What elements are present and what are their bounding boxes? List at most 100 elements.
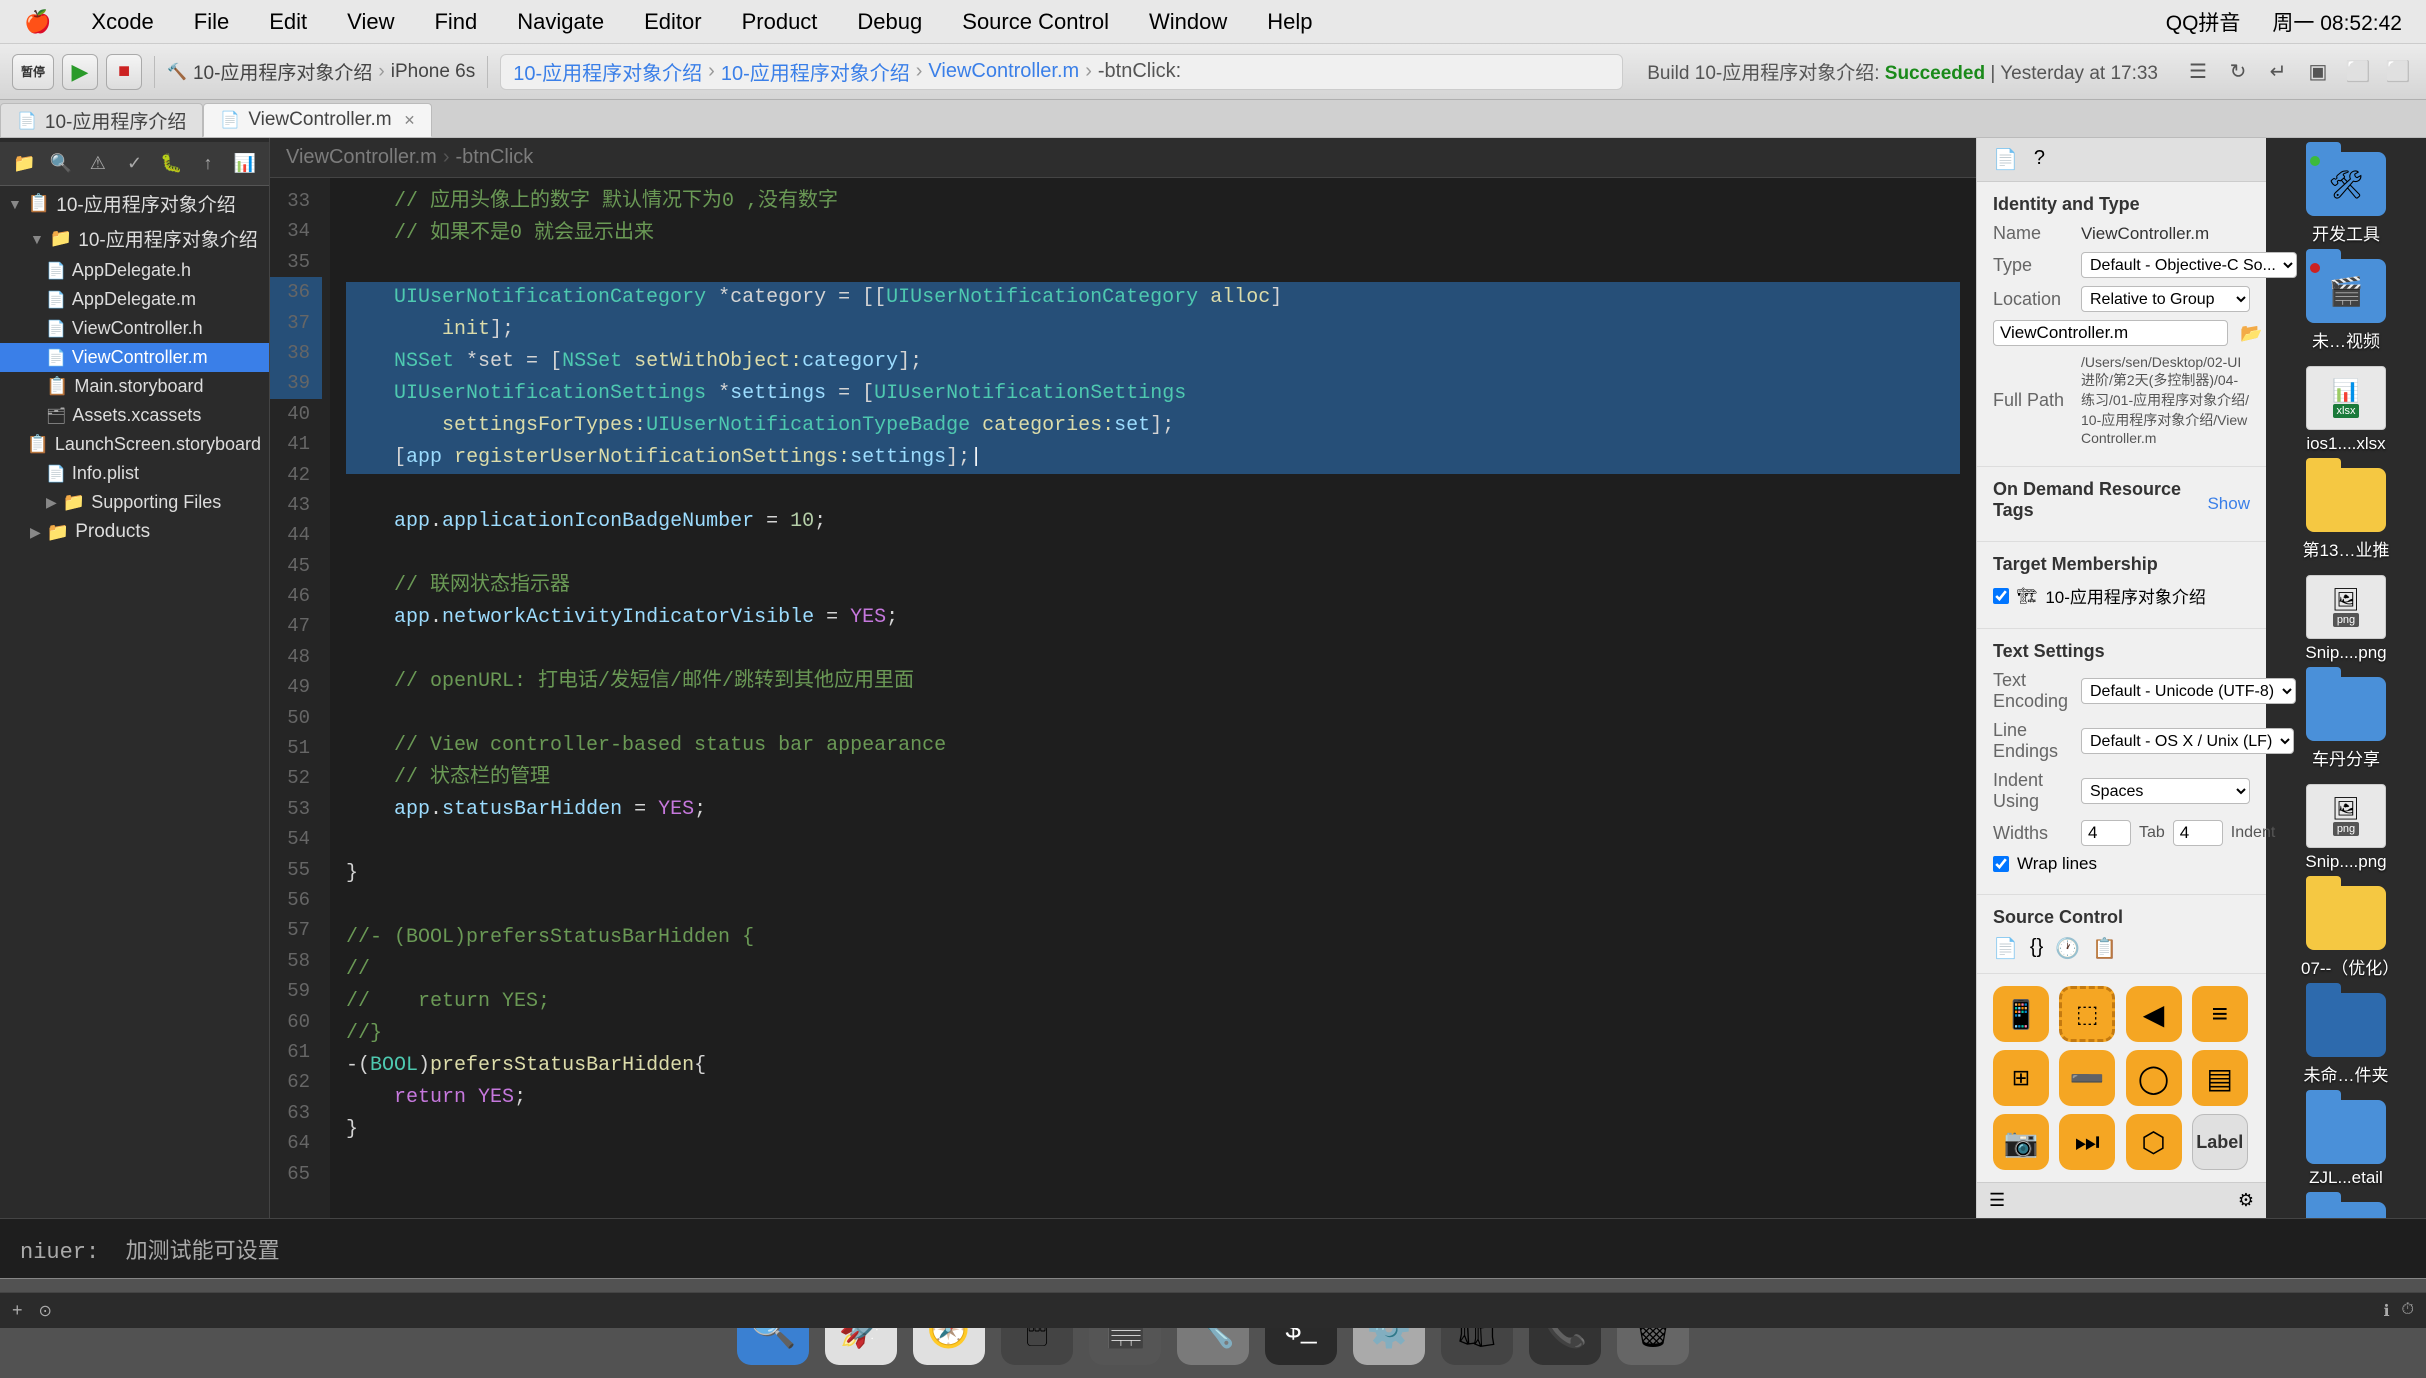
menu-view[interactable]: View xyxy=(339,7,402,37)
indent-using-select[interactable]: Spaces xyxy=(2081,778,2250,804)
menu-file[interactable]: File xyxy=(186,7,237,37)
icon-circle[interactable]: ◯ xyxy=(2126,1050,2182,1106)
sidebar-item-viewcontroller-h[interactable]: 📄 ViewController.h xyxy=(0,314,269,343)
desktop-icon-share[interactable]: 车丹分享 xyxy=(2302,673,2390,774)
sc-clock-icon[interactable]: 🕐 xyxy=(2055,936,2080,961)
menu-debug[interactable]: Debug xyxy=(849,7,930,37)
desktop-icon-yellow-folder1[interactable]: 第13…业推 xyxy=(2299,464,2394,565)
icon-minus[interactable]: ➖ xyxy=(2059,1050,2115,1106)
sidebar-icon-warning[interactable]: ⚠ xyxy=(85,150,110,178)
sidebar-item-products[interactable]: ▶ 📁 Products xyxy=(0,517,269,547)
view-split-h[interactable]: ⬜ xyxy=(2382,56,2414,88)
encoding-select[interactable]: Default - Unicode (UTF-8) xyxy=(2081,678,2296,704)
breadcrumb-part-1[interactable]: 10-应用程序对象介绍 xyxy=(513,57,702,86)
breadcrumb-method[interactable]: -btnClick: xyxy=(1098,60,1181,83)
view-split-v[interactable]: ⬜ xyxy=(2342,56,2374,88)
wrap-lines-checkbox[interactable] xyxy=(1993,856,2009,872)
view-standard[interactable]: ▣ xyxy=(2302,56,2334,88)
desktop-icon-yellow2[interactable]: 07--（优化） xyxy=(2297,882,2395,983)
target-checkbox[interactable] xyxy=(1993,588,2009,604)
relative-path-input[interactable] xyxy=(1993,320,2228,346)
code-content[interactable]: // 应用头像上的数字 默认情况下为0 ,没有数字 // 如果不是0 就会显示出… xyxy=(330,178,1976,1218)
menu-help[interactable]: Help xyxy=(1259,7,1320,37)
editor-content[interactable]: 333435 36 37 38 39 4041424344 4546474849… xyxy=(270,178,1976,1218)
type-select[interactable]: Default - Objective-C So... xyxy=(2081,252,2297,278)
sc-list-icon[interactable]: 📋 xyxy=(2092,936,2117,961)
sidebar-item-appdelegate-h[interactable]: 📄 AppDelegate.h xyxy=(0,256,269,285)
menu-source-control[interactable]: Source Control xyxy=(954,7,1117,37)
panel-filter-icon[interactable]: ☰ xyxy=(1989,1190,2005,1211)
sc-add-icon[interactable]: 📄 xyxy=(1993,936,2018,961)
icon-camera[interactable]: 📷 xyxy=(1993,1114,2049,1170)
menu-window[interactable]: Window xyxy=(1141,7,1235,37)
sidebar-item-main-storyboard[interactable]: 📋 Main.storyboard xyxy=(0,372,269,401)
sidebar-icon-report[interactable]: 📊 xyxy=(232,150,257,178)
icon-right-list[interactable]: ▤ xyxy=(2192,1050,2248,1106)
sidebar-icon-test[interactable]: ✓ xyxy=(122,150,147,178)
menu-xcode[interactable]: Xcode xyxy=(83,7,161,37)
desktop-icon-video[interactable]: 🎬 未…视频 xyxy=(2302,255,2390,356)
icon-list[interactable]: ≡ xyxy=(2192,986,2248,1042)
icon-label-component[interactable]: Label xyxy=(2192,1114,2248,1170)
indent-width-input[interactable] xyxy=(2173,820,2223,846)
sidebar-item-supporting-files[interactable]: ▶ 📁 Supporting Files xyxy=(0,488,269,517)
icon-selection[interactable]: ⬚ xyxy=(2059,986,2115,1042)
apple-menu[interactable]: 🍎 xyxy=(16,7,59,37)
breadcrumb-part-3[interactable]: ViewController.m xyxy=(928,60,1079,83)
widths-row: Widths Tab Indent xyxy=(1993,820,2250,846)
desktop-icon-devtools[interactable]: 🛠 开发工具 xyxy=(2302,148,2390,249)
device-name[interactable]: iPhone 6s xyxy=(391,61,476,83)
path-browse-icon[interactable]: 📂 xyxy=(2240,323,2262,344)
breadcrumb-part-2[interactable]: 10-应用程序对象介绍 xyxy=(721,57,910,86)
sidebar-item-project-root[interactable]: ▼ 📋 10-应用程序对象介绍 xyxy=(0,186,269,221)
desktop-icon-ios1[interactable]: ios1...试题 xyxy=(2302,1198,2390,1218)
menu-edit[interactable]: Edit xyxy=(261,7,315,37)
code-editor[interactable]: ViewController.m › -btnClick 333435 36 3… xyxy=(270,138,1976,1218)
sidebar-item-infoplist[interactable]: 📄 Info.plist xyxy=(0,459,269,488)
sidebar-item-launchscreen[interactable]: 📋 LaunchScreen.storyboard xyxy=(0,430,269,459)
target-name[interactable]: 10-应用程序对象介绍 xyxy=(193,58,372,85)
target-membership-title: Target Membership xyxy=(1993,554,2250,575)
icon-grid[interactable]: ⊞ xyxy=(1993,1050,2049,1106)
view-toggle-enter[interactable]: ↵ xyxy=(2262,56,2294,88)
icon-screen[interactable]: 📱 xyxy=(1993,986,2049,1042)
code-line-41: app.applicationIconBadgeNumber = 10; xyxy=(346,506,1960,538)
stop-button[interactable]: ■ xyxy=(106,54,142,90)
icon-play-fast[interactable]: ⏭ xyxy=(2059,1114,2115,1170)
sidebar-icon-debug[interactable]: 🐛 xyxy=(159,150,184,178)
menu-product[interactable]: Product xyxy=(734,7,826,37)
sidebar-item-appdelegate-m[interactable]: 📄 AppDelegate.m xyxy=(0,285,269,314)
inspector-quick-icon[interactable]: ? xyxy=(2034,147,2045,172)
desktop-icon-png2[interactable]: 🖼 png Snip....png xyxy=(2301,780,2390,876)
sc-brackets-icon[interactable]: {} xyxy=(2030,936,2043,961)
line-endings-select[interactable]: Default - OS X / Unix (LF) xyxy=(2081,728,2294,754)
sidebar-icon-folder[interactable]: 📁 xyxy=(12,150,37,178)
desktop-icon-xlsx[interactable]: 📊 xlsx ios1....xlsx xyxy=(2302,362,2390,458)
tab-close-icon[interactable]: ✕ xyxy=(404,112,416,129)
menu-navigate[interactable]: Navigate xyxy=(509,7,612,37)
view-toggle-list[interactable]: ☰ xyxy=(2182,56,2214,88)
sidebar-item-group-main[interactable]: ▼ 📁 10-应用程序对象介绍 xyxy=(0,221,269,256)
sidebar-item-viewcontroller-m[interactable]: 📄 ViewController.m xyxy=(0,343,269,372)
build-result: Succeeded xyxy=(1885,63,1985,84)
sidebar-icon-search[interactable]: 🔍 xyxy=(49,150,74,178)
icon-cube[interactable]: ⬡ xyxy=(2126,1114,2182,1170)
menu-editor[interactable]: Editor xyxy=(636,7,709,37)
desktop-icon-darkfolder[interactable]: 未命…件夹 xyxy=(2300,989,2393,1090)
icon-back[interactable]: ◀ xyxy=(2126,986,2182,1042)
desktop-icon-detail[interactable]: ZJL...etail xyxy=(2302,1096,2390,1192)
panel-settings-icon[interactable]: ⚙ xyxy=(2238,1190,2254,1211)
location-select[interactable]: Relative to Group xyxy=(2081,286,2250,312)
pause-button[interactable]: 暂停 xyxy=(12,54,54,90)
desktop-icon-png1[interactable]: 🖼 png Snip....png xyxy=(2301,571,2390,667)
tab-width-input[interactable] xyxy=(2081,820,2131,846)
menu-find[interactable]: Find xyxy=(426,7,485,37)
sidebar-icon-scm[interactable]: ↑ xyxy=(196,150,221,178)
inspector-file-icon[interactable]: 📄 xyxy=(1993,147,2018,172)
sidebar-item-assets[interactable]: 🗂 Assets.xcassets xyxy=(0,401,269,430)
tab-viewcontroller-m[interactable]: 📄 ViewController.m ✕ xyxy=(203,103,432,137)
run-button[interactable]: ▶ xyxy=(62,54,98,90)
tab-viewcontroller[interactable]: 📄 10-应用程序介绍 xyxy=(0,103,203,137)
show-button[interactable]: Show xyxy=(2207,494,2250,514)
view-toggle-refresh[interactable]: ↻ xyxy=(2222,56,2254,88)
